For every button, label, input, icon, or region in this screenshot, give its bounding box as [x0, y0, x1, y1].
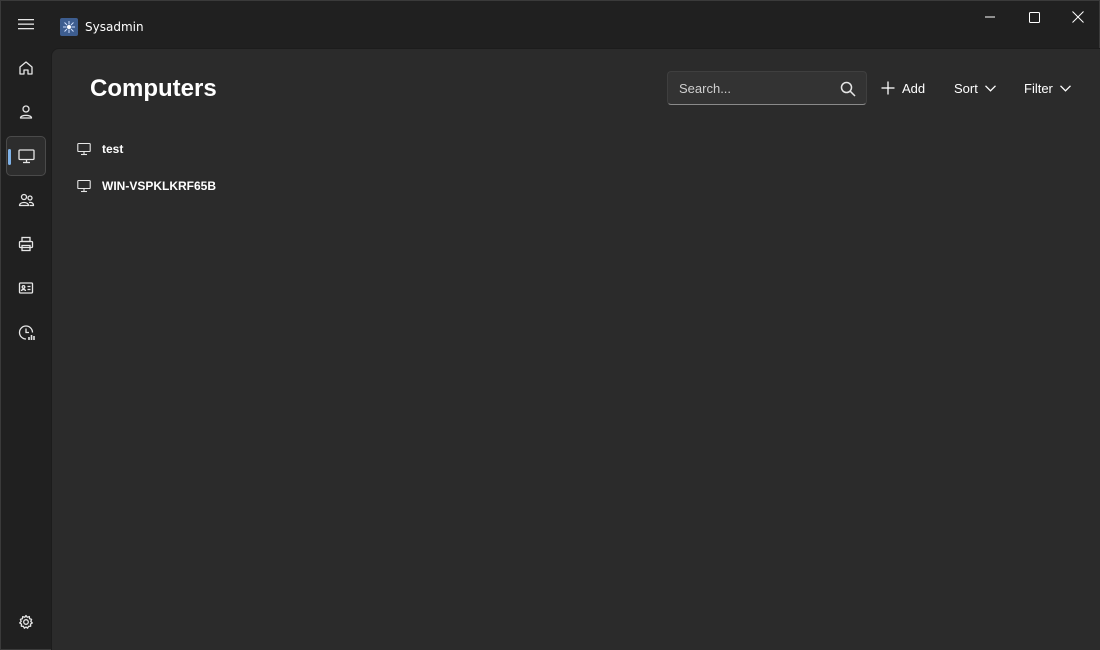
monitor-icon [77, 142, 91, 156]
chevron-down-icon [1059, 84, 1071, 92]
search-box[interactable] [667, 71, 867, 105]
app-title: Sysadmin [85, 20, 144, 34]
minimize-button[interactable] [968, 1, 1012, 33]
app-logo [60, 18, 78, 36]
list-item[interactable]: test [77, 137, 477, 161]
monitor-icon [77, 179, 91, 193]
chevron-down-icon [984, 84, 996, 92]
close-icon [1072, 11, 1084, 23]
minimize-icon [985, 16, 995, 18]
nav-item-groups[interactable] [6, 180, 46, 220]
maximize-button[interactable] [1012, 1, 1056, 33]
computer-name: WIN-VSPKLKRF65B [102, 179, 217, 193]
home-icon [19, 61, 33, 75]
network-hub-icon [63, 21, 75, 33]
title-bar: Sysadmin [1, 1, 1100, 47]
nav-item-printers[interactable] [6, 224, 46, 264]
gear-icon [19, 614, 33, 629]
maximize-icon [1028, 11, 1040, 23]
chart-clock-icon [18, 324, 35, 340]
close-button[interactable] [1056, 1, 1100, 33]
monitor-icon [17, 149, 35, 164]
nav-item-settings[interactable] [6, 602, 46, 642]
list-item[interactable]: WIN-VSPKLKRF65B [77, 174, 477, 198]
app-window: Sysadmin Computers Search... Add Sort Fi… [0, 0, 1100, 650]
nav-item-reports[interactable] [6, 312, 46, 352]
page-title: Computers [90, 75, 217, 102]
user-icon [19, 105, 33, 119]
search-input[interactable] [668, 72, 833, 104]
computer-name: test [102, 142, 124, 156]
printer-icon [18, 236, 34, 252]
hamburger-menu-icon [18, 19, 34, 30]
contact-card-icon [18, 282, 34, 294]
sort-button[interactable]: Sort [954, 77, 996, 99]
search-icon[interactable] [840, 81, 856, 97]
nav-item-computers[interactable] [6, 136, 46, 176]
add-button[interactable]: Add [881, 77, 925, 99]
plus-icon [881, 81, 895, 95]
filter-label: Filter [1024, 80, 1053, 96]
nav-item-home[interactable] [6, 48, 46, 88]
people-icon [18, 193, 34, 207]
nav-item-users[interactable] [6, 92, 46, 132]
hamburger-menu-button[interactable] [6, 4, 46, 44]
selection-indicator [8, 149, 11, 165]
nav-item-contacts[interactable] [6, 268, 46, 308]
content-pane: Computers Add Sort Filter [51, 48, 1100, 650]
add-label: Add [902, 80, 926, 96]
sort-label: Sort [954, 80, 978, 96]
filter-button[interactable]: Filter [1024, 77, 1071, 99]
